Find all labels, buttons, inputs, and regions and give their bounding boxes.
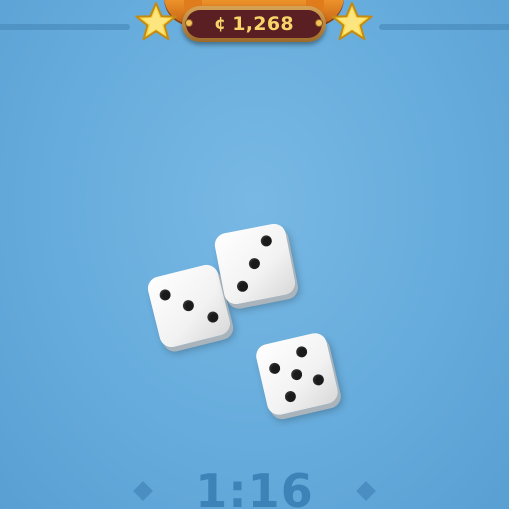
die-3[interactable]: [253, 330, 341, 418]
coin-amount: 1,268: [232, 13, 294, 35]
die-2[interactable]: [212, 221, 298, 307]
die-pip: [247, 257, 261, 271]
rivet-left: [186, 20, 192, 26]
coin-balance-display: ¢ 1,268: [186, 10, 322, 38]
top-divider-right: [379, 24, 509, 30]
die-1[interactable]: [145, 262, 233, 350]
die-pip: [181, 298, 196, 313]
die-pip: [259, 234, 273, 248]
star-icon: [331, 2, 373, 41]
die-pip: [158, 288, 172, 302]
die-pip: [311, 373, 325, 387]
top-divider-left: [0, 24, 130, 30]
coin-icon: ¢: [214, 14, 227, 34]
die-pip: [268, 361, 282, 375]
rivet-right: [316, 20, 322, 26]
round-timer: 1:16: [195, 464, 314, 509]
die-pip: [236, 279, 249, 293]
die-pip: [290, 368, 304, 382]
die-pip: [295, 345, 309, 359]
die-pip: [206, 310, 220, 324]
coin-balance[interactable]: ¢ 1,268: [182, 6, 326, 42]
die-pip: [283, 389, 298, 404]
star-icon: [135, 2, 177, 41]
coin-banner: ¢ 1,268: [134, 0, 374, 56]
